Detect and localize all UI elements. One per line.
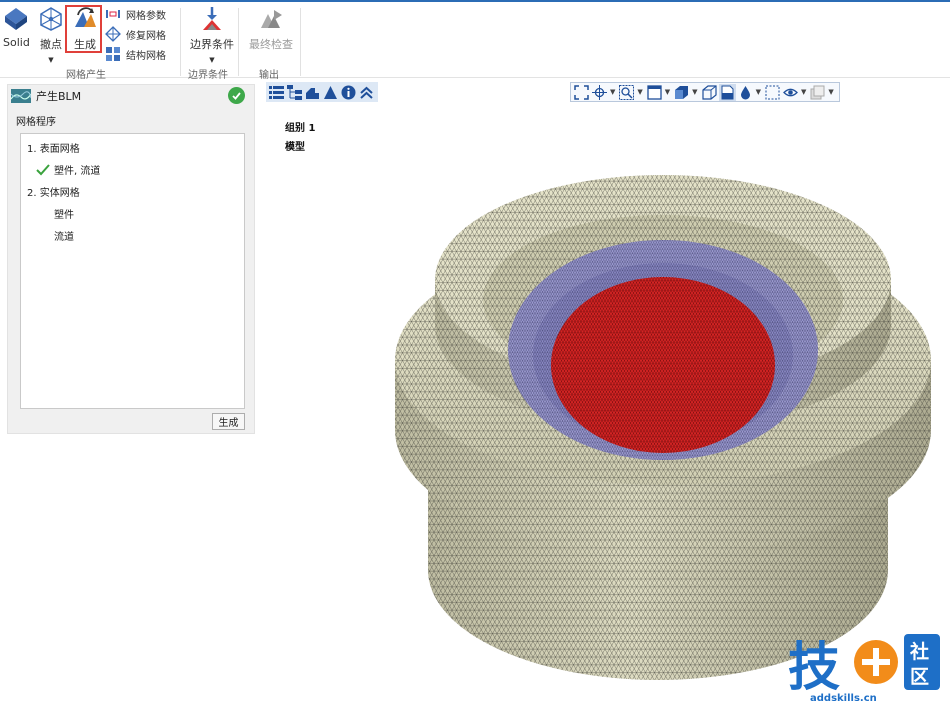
list-view-icon[interactable] (268, 84, 285, 101)
blm-panel: 产生BLM 网格程序 1. 表面网格 塑件, 流道 2. 实体网格 塑件 流道 … (7, 84, 255, 434)
boundary-conditions-icon (199, 6, 225, 32)
mesh-nodes-icon (38, 6, 64, 32)
mesh-model-viewport[interactable] (380, 150, 945, 685)
output-group-label: 输出 (259, 70, 279, 81)
structured-mesh-icon (105, 46, 121, 62)
blm-mesh-icon (11, 89, 31, 103)
watermark-url: addskills.cn (810, 693, 877, 704)
tree-item-surface-mesh[interactable]: 1. 表面网格 (27, 140, 80, 155)
view-toolbar: ▼ ▼ ▼ ▼ ▼ ▼ ▼ (570, 82, 840, 102)
final-check-button[interactable]: 最终检查 (249, 6, 293, 52)
repair-mesh-button[interactable]: 修复网格 (105, 26, 166, 42)
fit-view-icon[interactable] (573, 84, 590, 101)
panel-title: 产生BLM (36, 90, 82, 103)
tree-view-icon[interactable] (286, 84, 303, 101)
chevron-down-icon[interactable]: ▼ (692, 88, 697, 96)
wireframe-cube-icon[interactable] (701, 84, 718, 101)
highlight-box (65, 5, 102, 53)
ribbon-separator (238, 8, 239, 76)
chevron-down-icon[interactable]: ▼ (48, 56, 53, 64)
group-label: 组别 1 (285, 123, 316, 134)
final-check-icon (258, 6, 284, 32)
boundary-conditions-button[interactable]: 边界条件 ▼ (190, 6, 234, 64)
solid-label: Solid (3, 36, 30, 49)
chevron-down-icon[interactable]: ▼ (665, 88, 670, 96)
boundary-label: 边界条件 (190, 38, 234, 51)
ribbon-separator (180, 8, 181, 76)
mesh-procedure-tree: 1. 表面网格 塑件, 流道 2. 实体网格 塑件 流道 (20, 133, 245, 409)
page-icon[interactable] (718, 83, 736, 101)
chevron-down-icon[interactable]: ▼ (828, 88, 833, 96)
select-box-icon[interactable] (764, 84, 781, 101)
chevron-down-icon[interactable]: ▼ (209, 56, 214, 64)
tree-item-runner[interactable]: 流道 (54, 228, 74, 243)
mesh-generation-group-label: 网格产生 (66, 70, 106, 81)
model-label: 模型 (285, 142, 305, 153)
svg-text:区: 区 (910, 666, 929, 688)
structured-mesh-button[interactable]: 结构网格 (105, 46, 166, 62)
layers-icon[interactable] (809, 84, 826, 101)
tree-item-solid-mesh[interactable]: 2. 实体网格 (27, 184, 80, 199)
chevron-down-icon[interactable]: ▼ (801, 88, 806, 96)
chevron-down-icon[interactable]: ▼ (610, 88, 615, 96)
ribbon-toolbar: Solid 撤点 ▼ 生成 网格参数 修复网格 结构网格 网格产生 边界条件 ▼… (0, 2, 950, 81)
final-check-label: 最终检查 (249, 38, 293, 51)
part-icon[interactable] (304, 84, 321, 101)
repair-mesh-label: 修复网格 (126, 30, 166, 42)
chevron-down-icon[interactable]: ▼ (756, 88, 761, 96)
section-title: 网格程序 (16, 117, 56, 128)
info-icon[interactable] (340, 84, 357, 101)
cone-icon[interactable] (322, 84, 339, 101)
remove-points-label: 撤点 (40, 38, 62, 51)
repair-mesh-icon (105, 26, 121, 42)
mesh-params-label: 网格参数 (126, 10, 166, 22)
pan-crosshair-icon[interactable] (591, 84, 608, 101)
boundary-group-label: 边界条件 (188, 70, 228, 81)
eye-icon[interactable] (782, 84, 799, 101)
panel-generate-button[interactable]: 生成 (212, 413, 245, 430)
tree-item-part[interactable]: 塑件 (54, 206, 74, 221)
panel-header: 产生BLM (8, 85, 254, 107)
zoom-icon[interactable] (618, 84, 635, 101)
window-view-icon[interactable] (646, 84, 663, 101)
solid-cube-icon (3, 6, 29, 32)
check-icon (36, 163, 50, 175)
ok-check-icon[interactable] (228, 87, 245, 104)
chevron-down-icon[interactable]: ▼ (637, 88, 642, 96)
shaded-cube-icon[interactable] (673, 84, 690, 101)
view-mini-toolbar (266, 82, 378, 102)
tree-item-surface-parts[interactable]: 塑件, 流道 (36, 162, 100, 177)
mesh-params-button[interactable]: 网格参数 (105, 6, 166, 22)
collapse-up-icon[interactable] (358, 84, 375, 101)
structured-mesh-label: 结构网格 (126, 50, 166, 62)
svg-text:社: 社 (909, 640, 929, 663)
svg-text:技: 技 (788, 638, 840, 698)
mesh-params-icon (105, 6, 121, 22)
solid-button[interactable]: Solid (3, 6, 30, 49)
ribbon-separator (300, 8, 301, 76)
drop-color-icon[interactable] (737, 84, 754, 101)
remove-points-button[interactable]: 撤点 ▼ (38, 6, 64, 64)
